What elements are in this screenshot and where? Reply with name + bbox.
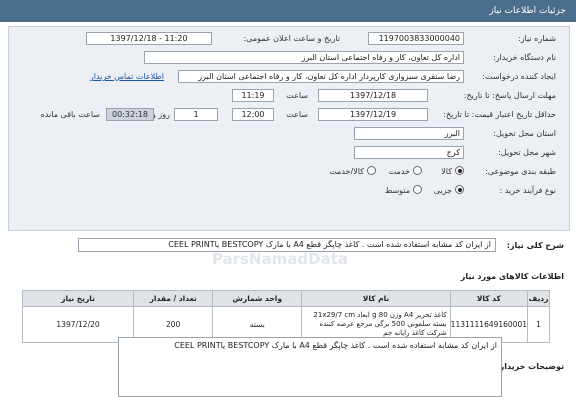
- buyer-org-label: نام دستگاه خریدار:: [493, 53, 556, 62]
- col-unit: واحد شمارش: [212, 290, 303, 307]
- page-header: جزئیات اطلاعات نیاز: [0, 0, 576, 22]
- send-deadline-label: مهلت ارسال پاسخ: تا تاریخ:: [463, 91, 556, 100]
- category-option-goods: کالا: [441, 167, 452, 176]
- send-deadline-time-field[interactable]: 11:19: [232, 89, 274, 102]
- send-deadline-time-label: ساعت: [286, 91, 308, 100]
- city-field[interactable]: کرج: [354, 146, 464, 159]
- col-row: ردیف: [527, 290, 550, 307]
- buyer-org-field[interactable]: اداره کل تعاون، کار و رفاه اجتماعی استان…: [144, 51, 464, 64]
- purchase-type-radio-medium[interactable]: [413, 185, 422, 194]
- need-number-label: شماره نیاز:: [518, 34, 556, 43]
- goods-table-header: ردیف کد کالا نام کالا واحد شمارش تعداد /…: [21, 290, 550, 307]
- need-number-field[interactable]: 1197003833000040: [368, 32, 464, 45]
- general-desc-label: شرح کلی نیاز:: [506, 241, 564, 250]
- send-deadline-date-field[interactable]: 1397/12/18: [318, 89, 428, 102]
- purchase-type-label: نوع فرآیند خرید :: [499, 186, 556, 195]
- buyer-contact-link[interactable]: اطلاعات تماس خریدار: [90, 72, 164, 81]
- province-field[interactable]: البرز: [354, 127, 464, 140]
- announce-field[interactable]: 1397/12/18 - 11:20: [86, 32, 212, 45]
- province-label: استان محل تحویل:: [493, 129, 556, 138]
- col-code: کد کالا: [449, 290, 529, 307]
- days-field[interactable]: 1: [174, 108, 218, 121]
- category-radio-service[interactable]: [413, 166, 422, 175]
- buyer-desc-field[interactable]: از ایران کد مشابه استفاده شده است . کاغذ…: [118, 337, 502, 397]
- remaining-time-field: 00:32:18: [106, 108, 154, 121]
- validity-date-field[interactable]: 1397/12/19: [318, 108, 428, 121]
- goods-table: ردیف کد کالا نام کالا واحد شمارش تعداد /…: [21, 290, 550, 343]
- watermark-logo: ParsNamadData: [211, 250, 349, 268]
- days-label: روز و: [152, 110, 170, 119]
- purchase-type-radio-minor[interactable]: [455, 185, 464, 194]
- city-label: شهر محل تحویل:: [498, 148, 556, 157]
- category-option-goods-service: کالا/خدمت: [329, 167, 364, 176]
- validity-time-label: ساعت: [286, 110, 308, 119]
- buyer-desc-label: توضیحات خریدار:: [496, 362, 564, 371]
- goods-section-title: اطلاعات کالاهای مورد نیاز: [460, 272, 564, 281]
- page-title: جزئیات اطلاعات نیاز: [489, 6, 566, 16]
- validity-time-field[interactable]: 12:00: [232, 108, 274, 121]
- remaining-time-label: ساعت باقی مانده: [40, 110, 100, 119]
- purchase-type-option-minor: جزیی: [433, 186, 452, 195]
- col-date: تاریخ نیاز: [21, 290, 135, 307]
- category-radio-goods[interactable]: [455, 166, 464, 175]
- col-qty: تعداد / مقدار: [133, 290, 214, 307]
- validity-label: حداقل تاریخ اعتبار قیمت: تا تاریخ:: [443, 110, 556, 119]
- col-name: نام کالا: [301, 290, 451, 307]
- cell-row: 1: [527, 306, 550, 343]
- announce-label: تاریخ و ساعت اعلان عمومی:: [243, 34, 340, 43]
- cell-date: 1397/12/20: [21, 306, 135, 343]
- category-label: طبقه بندی موضوعی:: [485, 167, 556, 176]
- category-radio-goods-service[interactable]: [367, 166, 376, 175]
- general-desc-field[interactable]: از ایران کد مشابه استفاده شده است . کاغذ…: [78, 238, 496, 252]
- category-option-service: خدمت: [388, 167, 410, 176]
- creator-label: ایجاد کننده درخواست:: [482, 72, 556, 81]
- creator-field[interactable]: رضا سنقری سبزواری کارپرداز اداره کل تعاو…: [178, 70, 464, 83]
- purchase-type-option-medium: متوسط: [384, 186, 410, 195]
